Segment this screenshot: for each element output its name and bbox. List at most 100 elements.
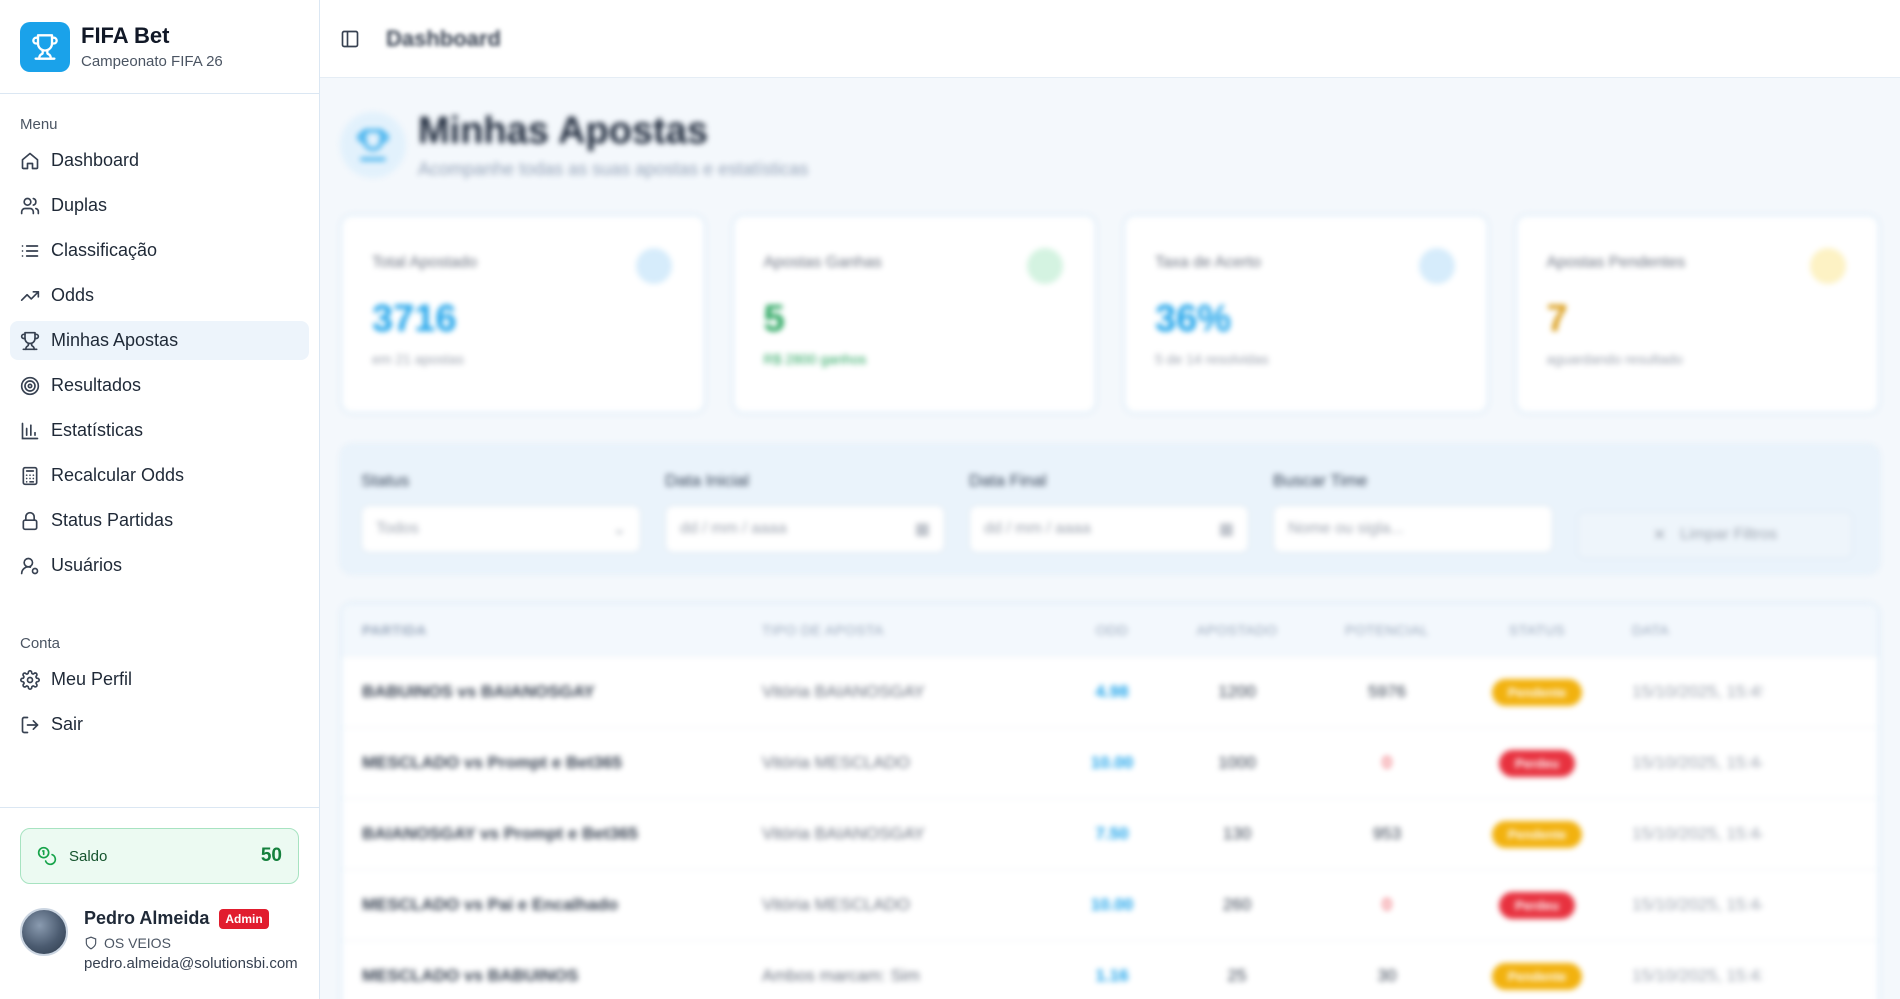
bet-type-cell: Vitória MESCLADO (762, 895, 911, 914)
stat-value: 36% (1155, 298, 1232, 340)
table-row[interactable]: MESCLADO vs Pai e Encalhado Vitória MESC… (342, 869, 1878, 940)
stats-row: Total Apostado 3716 em 21 apostas Aposta… (320, 180, 1900, 414)
status-select-value: Todos (376, 520, 419, 537)
date-cell: 15/10/2025, 15:44 (1632, 753, 1762, 772)
user-profile[interactable]: Pedro Almeida Admin OS VEIOS pedro.almei… (20, 908, 299, 972)
sidebar-footer: Saldo 50 Pedro Almeida Admin OS VEIOS pe… (0, 807, 319, 999)
start-date-placeholder: dd / mm / aaaa (680, 520, 787, 537)
start-date-input[interactable]: dd / mm / aaaa ▦ (665, 505, 945, 553)
trophy-icon (20, 331, 40, 350)
column-header[interactable]: Odd (1062, 622, 1162, 638)
calendar-icon[interactable]: ▦ (1219, 519, 1234, 539)
end-date-placeholder: dd / mm / aaaa (984, 520, 1091, 537)
potential-cell: 30 (1377, 966, 1397, 985)
stat-label: Apostas Ganhas (763, 254, 882, 271)
table-row[interactable]: MESCLADO vs BABUINOS Ambos marcam: Sim 1… (342, 940, 1878, 999)
zap-icon (1810, 248, 1846, 284)
date-cell: 15/10/2025, 15:45 (1632, 682, 1762, 701)
coins-icon (635, 248, 672, 284)
column-header[interactable]: Tipo de Aposta (762, 622, 1062, 638)
filter-label-start-date: Data Inicial (665, 471, 750, 490)
sidebar-item-duplas[interactable]: Duplas (10, 186, 309, 225)
stat-value: 5 (763, 298, 785, 340)
sidebar-item-status-partidas[interactable]: Status Partidas (10, 501, 309, 540)
trophy-icon (340, 112, 406, 178)
sidebar-item-minhas-apostas[interactable]: Minhas Apostas (10, 321, 309, 360)
trending-up-icon (20, 290, 40, 301)
sidebar-toggle-icon[interactable] (340, 29, 360, 49)
sidebar-item-dashboard[interactable]: Dashboard (10, 141, 309, 180)
sidebar-item-classificacao[interactable]: Classificação (10, 231, 309, 270)
column-header[interactable]: Apostado (1162, 622, 1312, 638)
logout-icon (21, 716, 39, 733)
table-row[interactable]: MESCLADO vs Prompt e Bet365 Vitória MESC… (342, 727, 1878, 798)
sidebar-item-label: Duplas (51, 195, 108, 215)
match-cell: MESCLADO vs Prompt e Bet365 (362, 753, 622, 772)
chevron-down-icon: ⌄ (612, 521, 626, 538)
main-nav: Menu Dashboard Duplas Classificação Odds… (0, 94, 319, 750)
sidebar-item-recalcular-odds[interactable]: Recalcular Odds (10, 456, 309, 495)
date-cell: 15/10/2025, 15:44 (1632, 824, 1762, 843)
balance-card: Saldo 50 (20, 828, 299, 884)
sidebar-item-sair[interactable]: Sair (10, 705, 309, 744)
column-header[interactable]: Status (1462, 622, 1612, 638)
balance-value: 50 (260, 845, 282, 866)
home-icon (21, 152, 39, 169)
column-header[interactable]: Partida (362, 622, 762, 638)
sidebar-item-label: Dashboard (51, 150, 140, 170)
sidebar-item-label: Odds (51, 285, 95, 305)
calendar-icon[interactable]: ▦ (915, 519, 930, 539)
stat-sub: 5 de 14 resolvidas (1155, 351, 1269, 367)
status-badge: Perdeu (1498, 891, 1576, 919)
stat-sub: R$ 2800 ganhos (763, 351, 867, 367)
stat-sub: em 21 apostas (372, 351, 464, 367)
match-cell: MESCLADO vs BABUINOS (362, 966, 579, 985)
sidebar-item-estatisticas[interactable]: Estatísticas (10, 411, 309, 450)
status-badge: Pendente (1491, 678, 1583, 706)
sidebar-item-usuarios[interactable]: Usuários (10, 546, 309, 585)
user-name: Pedro Almeida (84, 908, 210, 928)
page-title: Minhas Apostas (418, 110, 708, 152)
table-row[interactable]: BABUINOS vs BAIANOSGAY Vitória BAIANOSGA… (342, 656, 1878, 727)
column-header[interactable]: Potencial (1312, 622, 1462, 638)
topbar: Dashboard (320, 0, 1900, 78)
shield-icon (85, 936, 97, 950)
odd-cell: 10.00 (1090, 753, 1134, 772)
status-cell: Pendente (1462, 962, 1612, 990)
brand-subtitle: Campeonato FIFA 26 (81, 53, 223, 70)
filter-label-status: Status (361, 471, 410, 490)
table-row[interactable]: BAIANOSGAY vs Prompt e Bet365 Vitória BA… (342, 798, 1878, 869)
bar-chart-icon (21, 422, 39, 439)
sidebar-item-label: Resultados (51, 375, 142, 395)
balance-label: Saldo (69, 847, 108, 865)
sidebar-item-meu-perfil[interactable]: Meu Perfil (10, 660, 309, 699)
clear-filters-button[interactable]: ✕ Limpar Filtros (1577, 511, 1853, 559)
bet-amount-cell: 1000 (1218, 753, 1256, 772)
main-content: Dashboard Minhas Apostas Acompanhe todas… (320, 0, 1900, 999)
table-header: Partida Tipo de Aposta Odd Apostado Pote… (342, 604, 1878, 656)
brand[interactable]: FIFA Bet Campeonato FIFA 26 (0, 0, 319, 94)
team-search-input[interactable]: Nome ou sigla... (1273, 505, 1553, 553)
status-badge: Pendente (1491, 962, 1583, 990)
users-icon (20, 197, 40, 214)
stat-sub: aguardando resultado (1546, 351, 1683, 367)
stat-label: Taxa de Acerto (1155, 254, 1261, 271)
sidebar-item-odds[interactable]: Odds (10, 276, 309, 315)
match-cell: BABUINOS vs BAIANOSGAY (362, 682, 595, 701)
potential-cell: 0 (1382, 753, 1392, 772)
sidebar-item-label: Recalcular Odds (51, 465, 185, 485)
calculator-icon (22, 466, 38, 485)
stat-value: 3716 (372, 298, 457, 340)
column-header[interactable]: Data (1612, 622, 1762, 638)
sidebar: FIFA Bet Campeonato FIFA 26 Menu Dashboa… (0, 0, 320, 999)
sidebar-item-label: Classificação (51, 240, 158, 260)
end-date-input[interactable]: dd / mm / aaaa ▦ (969, 505, 1249, 553)
user-cog-icon (20, 557, 39, 574)
list-icon (21, 244, 39, 257)
status-select[interactable]: Todos ⌄ (361, 505, 641, 553)
status-cell: Pendente (1462, 678, 1612, 706)
stat-card-total-apostado: Total Apostado 3716 em 21 apostas (340, 214, 706, 414)
stat-card-taxa-de-acerto: Taxa de Acerto 36% 5 de 14 resolvidas (1123, 214, 1489, 414)
sidebar-item-label: Usuários (51, 555, 123, 575)
sidebar-item-resultados[interactable]: Resultados (10, 366, 309, 405)
